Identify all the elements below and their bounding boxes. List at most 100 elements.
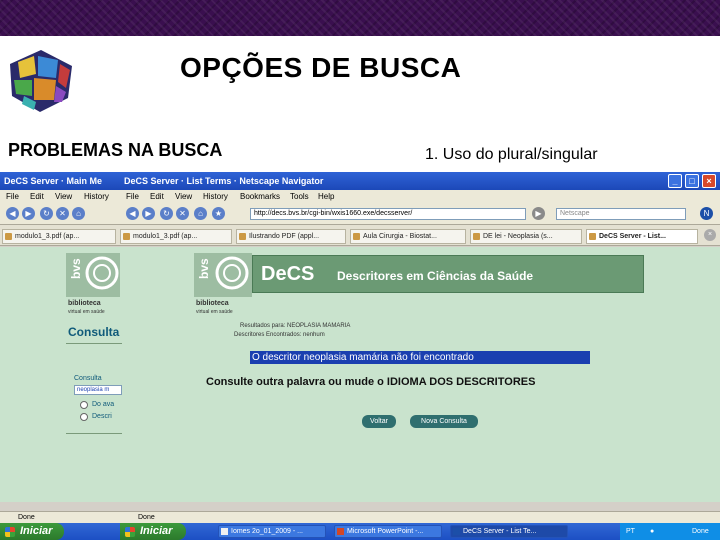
plural-singular-heading: 1. Uso do plural/singular [425, 146, 598, 163]
menu-view-left[interactable]: View [55, 192, 72, 201]
tray-icon[interactable]: ● [650, 523, 654, 540]
divider-2 [66, 433, 122, 434]
forward-arrow-icon[interactable]: ▶ [22, 207, 35, 220]
top-banner [0, 0, 720, 36]
page-icon [353, 233, 360, 240]
menu-history[interactable]: History [203, 192, 228, 201]
page-icon [473, 233, 480, 240]
home-icon-2[interactable]: ⌂ [194, 207, 207, 220]
svg-text:bvs: bvs [69, 258, 83, 279]
task-folder[interactable]: Iomes 2o_01_2009 - ... [218, 525, 326, 538]
menu-edit[interactable]: Edit [150, 192, 164, 201]
svg-text:virtual em saúde: virtual em saúde [68, 309, 105, 315]
folder-icon [221, 528, 228, 535]
page-icon [589, 233, 596, 240]
pdf-icon [239, 233, 246, 240]
windows-taskbar: Iniciar Iniciar Iomes 2o_01_2009 - ... M… [0, 523, 720, 540]
left-form-label: Consulta [74, 375, 102, 382]
not-found-message: O descritor neoplasia mamária não foi en… [250, 351, 590, 364]
svg-text:biblioteca: biblioteca [68, 300, 101, 307]
url-input[interactable]: http://decs.bvs.br/cgi-bin/wxis1660.exe/… [250, 208, 526, 220]
system-tray: PT ● Done [620, 523, 720, 540]
close-tab-icon[interactable]: × [704, 229, 716, 241]
language-indicator[interactable]: PT [626, 523, 635, 540]
radio-option-1[interactable] [80, 401, 88, 409]
svg-text:biblioteca: biblioteca [196, 300, 229, 307]
slide: OPÇÕES DE BUSCA PROBLEMAS NA BUSCA 1. Us… [0, 0, 720, 540]
task-browser[interactable]: DeCS Server - List Te... [450, 525, 568, 538]
tab-6-active[interactable]: DeCS Server - List... [586, 229, 698, 244]
stop-icon[interactable]: ✕ [56, 207, 69, 220]
window-title-right: DeCS Server · List Terms · Netscape Navi… [124, 176, 324, 186]
consult-heading: Consulta [68, 325, 120, 339]
back-arrow-icon[interactable]: ◀ [6, 207, 19, 220]
bvs-main-logo-icon: bvs biblioteca virtual em saúde [194, 253, 252, 315]
tray-clock: Done [692, 528, 709, 535]
home-icon[interactable]: ⌂ [72, 207, 85, 220]
tab-3[interactable]: Ilustrando PDF (appl... [236, 229, 346, 244]
powerpoint-icon [337, 528, 344, 535]
result-count-line: Descritores Encontrados: nenhum [234, 332, 325, 338]
menu-file-left[interactable]: File [6, 192, 19, 201]
left-search-input[interactable]: neoplasia m [74, 385, 122, 395]
suggestion-message: Consulte outra palavra ou mude o IDIOMA … [206, 376, 536, 388]
result-query-line: Resultados para: NEOPLASIA MAMARIA [240, 323, 351, 329]
task-powerpoint[interactable]: Microsoft PowerPoint -... [334, 525, 442, 538]
radio-label-2: Descri [92, 413, 112, 420]
menu-bar: File Edit View History File Edit View Hi… [0, 190, 720, 203]
start-button[interactable]: Iniciar [0, 523, 64, 540]
close-icon[interactable]: × [702, 174, 716, 188]
tab-4[interactable]: Aula Cirurgia - Biostat... [350, 229, 466, 244]
decs-banner: DeCS Descritores em Ciências da Saúde [252, 255, 644, 293]
netscape-logo-icon: N [700, 207, 713, 220]
start-button-2[interactable]: Iniciar [120, 523, 186, 540]
windows-flag-icon [5, 527, 15, 537]
tab-bar: modulo1_3.pdf (ap... modulo1_3.pdf (ap..… [0, 225, 720, 246]
window-titlebar[interactable]: DeCS Server · Main Me DeCS Server · List… [0, 172, 720, 190]
menu-help[interactable]: Help [318, 192, 334, 201]
stop-icon-2[interactable]: ✕ [176, 207, 189, 220]
menu-history-left[interactable]: History [84, 192, 109, 201]
minimize-icon[interactable]: _ [668, 174, 682, 188]
forward-arrow-icon-2[interactable]: ▶ [142, 207, 155, 220]
menu-edit-left[interactable]: Edit [30, 192, 44, 201]
left-search-form: Consulta neoplasia m Do ava Descri [72, 375, 122, 435]
tab-5[interactable]: DE lei - Neoplasia (s... [470, 229, 582, 244]
browser-screenshot: DeCS Server · Main Me DeCS Server · List… [0, 172, 720, 540]
svg-text:virtual em saúde: virtual em saúde [196, 309, 233, 315]
divider [66, 343, 122, 344]
go-arrow-icon[interactable]: ▶ [532, 207, 545, 220]
menu-view[interactable]: View [175, 192, 192, 201]
window-title-left: DeCS Server · Main Me [4, 176, 103, 186]
tab-2[interactable]: modulo1_3.pdf (ap... [120, 229, 232, 244]
radio-label-1: Do ava [92, 401, 115, 408]
back-button[interactable]: Voltar [362, 415, 396, 428]
bvs-logo-icon: bvs biblioteca virtual em saúde [66, 253, 120, 315]
decs-logo: DeCS [261, 263, 315, 285]
reload-icon[interactable]: ↻ [40, 207, 53, 220]
reload-icon-2[interactable]: ↻ [160, 207, 173, 220]
page-content: bvs biblioteca virtual em saúde bvs bibl… [0, 247, 720, 502]
status-left: Done [18, 514, 35, 521]
menu-file[interactable]: File [126, 192, 139, 201]
slide-title: OPÇÕES DE BUSCA [180, 52, 462, 83]
radio-option-2[interactable] [80, 413, 88, 421]
pdf-icon [123, 233, 130, 240]
navigation-toolbar: ◀ ▶ ↻ ✕ ⌂ ◀ ▶ ↻ ✕ ⌂ ★ http://decs.bvs.br… [0, 203, 720, 225]
menu-bookmarks[interactable]: Bookmarks [240, 192, 280, 201]
status-right: Done [138, 514, 155, 521]
status-bar: Done Done [0, 511, 720, 523]
new-search-button[interactable]: Nova Consulta [410, 415, 478, 428]
tab-1[interactable]: modulo1_3.pdf (ap... [2, 229, 116, 244]
windows-flag-icon [125, 527, 135, 537]
browser-icon [453, 528, 460, 535]
svg-text:bvs: bvs [197, 258, 211, 279]
bookmark-icon[interactable]: ★ [212, 207, 225, 220]
back-arrow-icon-2[interactable]: ◀ [126, 207, 139, 220]
problems-heading: PROBLEMAS NA BUSCA [8, 140, 223, 160]
pdf-icon [5, 233, 12, 240]
menu-tools[interactable]: Tools [290, 192, 309, 201]
photo-collage-logo-icon [10, 50, 72, 112]
maximize-icon[interactable]: □ [685, 174, 699, 188]
search-input[interactable]: Netscape [556, 208, 686, 220]
